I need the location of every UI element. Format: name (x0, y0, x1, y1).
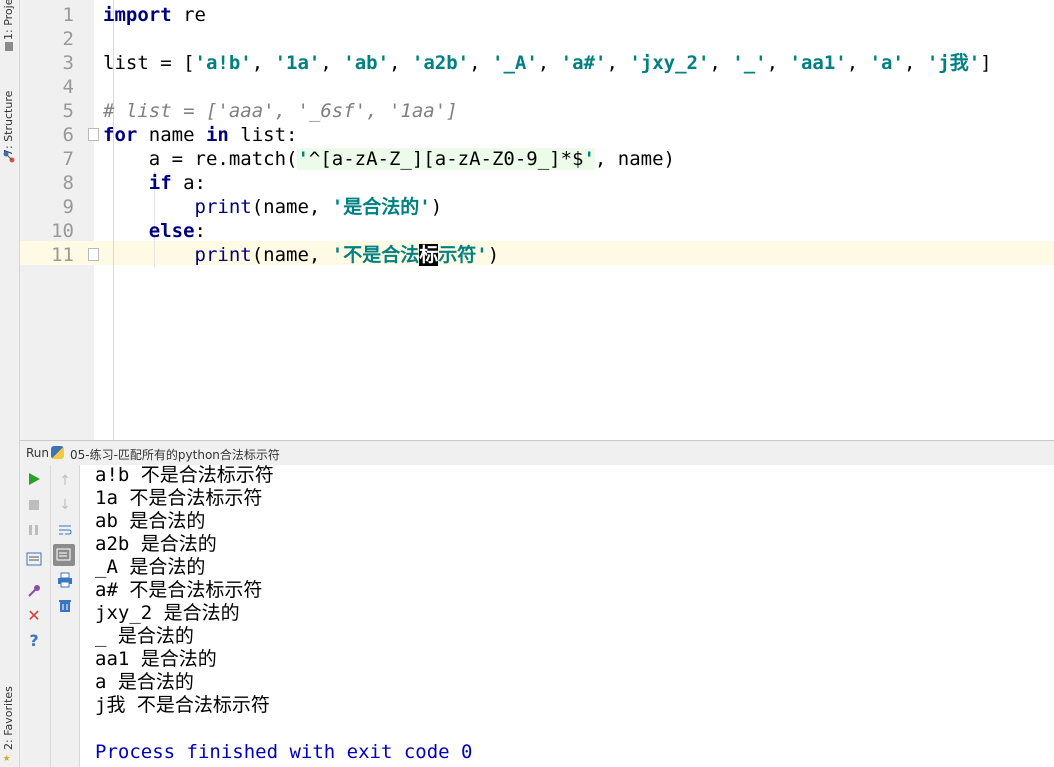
close-icon[interactable]: ✕ (26, 608, 42, 624)
code-line-8: if a: (148, 172, 206, 194)
output-line: aa1 是合法的 (95, 648, 217, 670)
print-icon[interactable] (57, 572, 73, 588)
console-output[interactable]: a!b 不是合法标示符 1a 不是合法标示符 ab 是合法的 a2b 是合法的 … (80, 464, 1054, 767)
code-editor[interactable]: 1 2 3 4 5 6 7 8 9 10 11 import re list =… (20, 0, 1054, 440)
tab-favorites[interactable]: 2: Favorites (2, 676, 16, 750)
structure-icon (3, 148, 15, 163)
line-number: 11 (51, 244, 74, 266)
project-icon (5, 42, 13, 51)
line-number: 2 (62, 28, 74, 50)
tab-project[interactable]: 1: Project (2, 0, 16, 40)
line-number: 4 (62, 76, 74, 98)
left-tool-strip: 1: Project 7: Structure 2: Favorites ★ (0, 0, 20, 767)
rerun-icon[interactable] (26, 471, 42, 487)
run-configuration-tab[interactable]: 05-练习-匹配所有的python合法标示符 (70, 446, 280, 463)
output-line: _A 是合法的 (95, 556, 206, 578)
line-number: 7 (62, 148, 74, 170)
code-line-6: for name in list: (103, 124, 298, 146)
exit-message: Process finished with exit code 0 (95, 741, 473, 763)
code-line-10: else: (148, 220, 206, 242)
run-panel-header: Run 05-练习-匹配所有的python合法标示符 (20, 440, 1054, 465)
line-number: 8 (62, 172, 74, 194)
output-line: _ 是合法的 (95, 625, 194, 647)
text-cursor: 标 (419, 244, 439, 266)
scroll-to-end-icon[interactable] (53, 544, 75, 566)
trash-icon[interactable] (57, 597, 73, 613)
output-line: a# 不是合法标示符 (95, 579, 263, 601)
code-line-3: list = ['a!b', '1a', 'ab', 'a2b', '_A', … (103, 52, 992, 74)
code-line-5-comment: # list = ['aaa', '_6sf', '1aa'] (103, 100, 458, 122)
up-arrow-icon[interactable]: ↑ (57, 473, 73, 489)
run-label: Run (26, 446, 50, 460)
code-line-11: print(name, '不是合法标示符') (194, 244, 500, 266)
line-number: 3 (62, 52, 74, 74)
help-icon[interactable]: ? (26, 633, 42, 649)
line-number: 6 (62, 124, 74, 146)
pin-tab-icon[interactable] (26, 583, 42, 599)
code-line-9: print(name, '是合法的') (194, 196, 443, 218)
line-number: 1 (62, 4, 74, 26)
run-toolbar-secondary: ↑ ↓ (51, 465, 80, 767)
code-line-7: a = re.match('^[a-zA-Z_][a-zA-Z0-9_]*$',… (103, 148, 675, 170)
restore-layout-icon[interactable] (26, 551, 42, 567)
run-toolbar-primary: ✕ ? (20, 465, 51, 767)
python-icon (51, 446, 64, 459)
line-number: 9 (62, 196, 74, 218)
soft-wrap-icon[interactable] (57, 522, 73, 538)
code-line-1: import re (103, 4, 206, 26)
down-arrow-icon[interactable]: ↓ (57, 497, 73, 513)
output-line: a 是合法的 (95, 671, 194, 693)
stop-icon[interactable] (26, 497, 42, 513)
output-line: a2b 是合法的 (95, 533, 217, 555)
output-line: ab 是合法的 (95, 510, 206, 532)
output-line: a!b 不是合法标示符 (95, 464, 274, 486)
output-line: 1a 不是合法标示符 (95, 487, 263, 509)
output-line: j我 不是合法标示符 (95, 694, 270, 716)
fold-marker-icon[interactable] (88, 248, 99, 261)
fold-marker-icon[interactable] (88, 128, 99, 141)
pause-icon[interactable] (26, 522, 42, 538)
favorites-star-icon: ★ (3, 750, 11, 764)
line-number: 5 (62, 100, 74, 122)
output-line: jxy_2 是合法的 (95, 602, 240, 624)
line-number: 10 (51, 220, 74, 242)
tab-structure[interactable]: 7: Structure (2, 76, 16, 156)
